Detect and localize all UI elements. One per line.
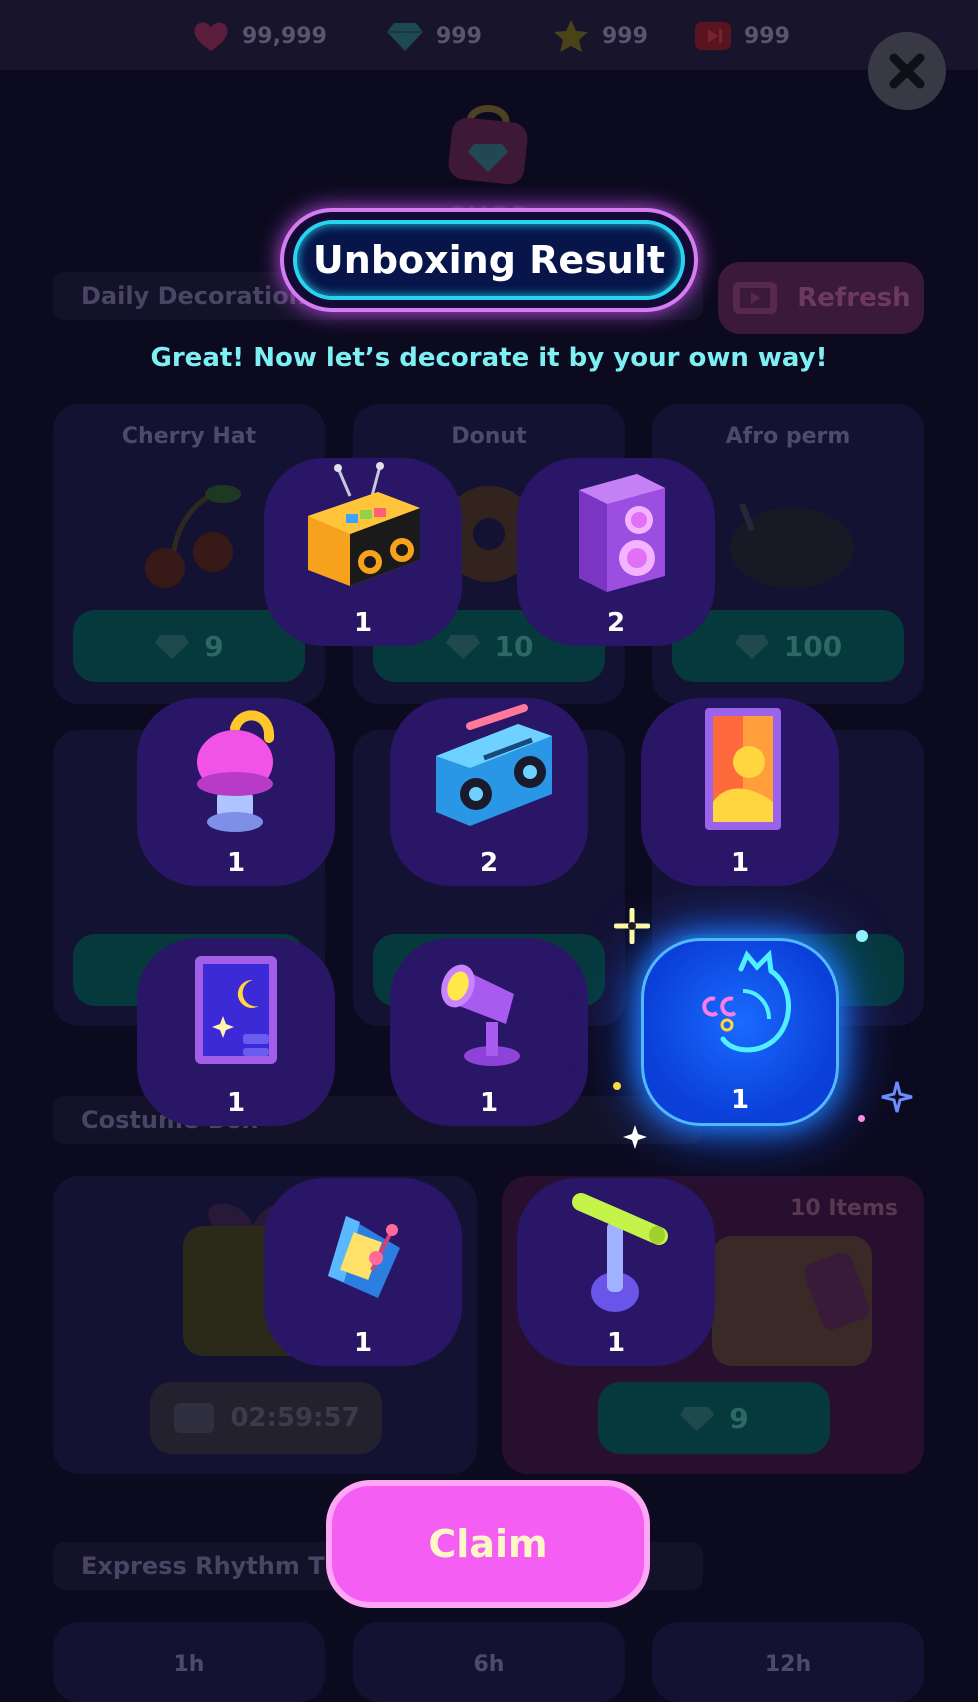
currency-stars: 999 [552,18,648,54]
close-icon [889,53,925,89]
result-item-mushroom-lamp[interactable]: 1 [137,698,335,886]
item-name: Cherry Hat [121,424,257,449]
gems-value: 999 [436,23,482,49]
item-count: 1 [226,1088,246,1118]
gem-icon [734,635,769,659]
box-timer-button: 02:59:57 [150,1382,382,1454]
speaker-purple-icon [579,474,665,592]
item-count: 1 [479,1088,499,1118]
gem-icon [680,1407,715,1431]
ticket-card-12h[interactable]: 12h [652,1622,924,1702]
item-count: 1 [606,1328,626,1358]
result-item-light-stand[interactable]: 1 [517,1178,715,1366]
currency-tickets: 999 [694,18,790,54]
item-name: Afro perm [725,424,851,449]
item-count: 1 [353,1328,373,1358]
ticket-card-1h[interactable]: 1h [53,1622,325,1702]
result-item-sunset-poster[interactable]: 1 [641,698,839,886]
mushroom-lamp-icon [197,710,274,832]
item-count: 2 [479,848,499,878]
box-timer: 02:59:57 [230,1403,360,1433]
result-item-neon-cat-sign[interactable]: 1 [641,938,839,1126]
ticket-label: 1h [173,1652,205,1677]
heart-icon [194,22,228,51]
refresh-button[interactable]: Refresh [718,262,924,334]
sunset-poster-icon [705,708,781,830]
cherry-icon [145,485,241,588]
sparkle-icon [881,1081,913,1113]
ticket-card-6h[interactable]: 6h [353,1622,625,1702]
item-name: Donut [451,424,527,449]
result-item-boombox-yellow[interactable]: 1 [264,458,462,646]
price-value: 9 [204,629,224,663]
result-subtitle: Great! Now let’s decorate it by your own… [150,343,828,373]
sparkle-dot [858,1115,865,1122]
light-stand-icon [572,1193,668,1312]
claim-button[interactable]: Claim [326,1480,650,1608]
neon-cat-sign-icon [702,949,791,1053]
shop-bag-icon [448,105,528,185]
result-item-boombox-blue[interactable]: 2 [390,698,588,886]
sparkle-dot [856,930,868,942]
result-item-metronome[interactable]: 1 [264,1178,462,1366]
metronome-icon [328,1216,400,1298]
item-count: 1 [730,848,750,878]
result-item-speaker-purple[interactable]: 2 [517,458,715,646]
gem-icon [387,23,423,51]
premium-box-icon [712,1236,872,1366]
claim-label: Claim [332,1486,644,1602]
star-icon [554,20,588,52]
currency-bar [0,0,978,70]
boombox-yellow-icon [308,462,420,586]
gem-icon [155,635,190,659]
boombox-blue-icon [436,704,552,826]
tickets-value: 999 [744,23,790,49]
item-count: 2 [606,608,626,638]
moon-poster-icon [195,956,277,1064]
close-button[interactable] [868,32,946,110]
price-value: 9 [729,1401,749,1435]
item-count: 1 [226,848,246,878]
item-count: 1 [353,608,373,638]
video-ad-icon [174,1403,215,1433]
item-count: 1 [730,1085,750,1115]
refresh-label: Refresh [797,283,911,313]
afro-hair-icon [730,502,854,588]
spotlight-icon [441,964,520,1066]
currency-gems: 999 [386,18,482,54]
sparkle-icon [614,908,650,944]
ticket-label: 6h [473,1652,505,1677]
video-ad-icon [733,282,778,314]
video-ticket-icon [695,22,731,50]
sparkle-icon [623,1125,647,1149]
stars-value: 999 [602,23,648,49]
result-item-moon-poster[interactable]: 1 [137,938,335,1126]
price-button[interactable]: 9 [598,1382,830,1454]
sparkle-dot [613,1082,621,1090]
result-title: Unboxing Result [293,220,685,300]
currency-hearts: 99,999 [192,18,327,54]
result-item-spotlight[interactable]: 1 [390,938,588,1126]
hearts-value: 99,999 [242,23,327,49]
price-value: 100 [783,629,843,663]
ticket-label: 12h [764,1652,812,1677]
